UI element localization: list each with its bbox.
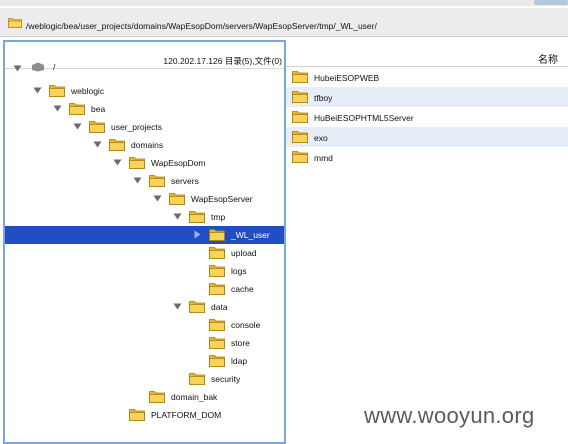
folder-icon (189, 373, 205, 385)
tree-item[interactable]: ldap (5, 352, 284, 370)
tree-item-label: cache (231, 284, 254, 294)
path-bar: /weblogic/bea/user_projects/domains/WapE… (0, 8, 568, 37)
folder-icon (209, 355, 225, 367)
collapse-arrow-icon[interactable] (173, 302, 182, 311)
tree-item[interactable]: domains (5, 136, 284, 154)
file-list-item[interactable]: tfboy (286, 87, 568, 107)
tree-item[interactable]: security (5, 370, 284, 388)
file-list-pane: 名称 HubeiESOPWEB tfboy HuBeiESOPHTML5Server… (286, 40, 568, 444)
tree-item[interactable]: upload (5, 244, 284, 262)
tree-item-label: PLATFORM_DOM (151, 410, 222, 420)
tree-item[interactable]: cache (5, 280, 284, 298)
file-list-header: 名称 (286, 40, 568, 67)
folder-icon (69, 103, 85, 115)
file-name: tfboy (314, 93, 333, 103)
collapse-arrow-icon[interactable] (173, 212, 182, 221)
current-path[interactable]: /weblogic/bea/user_projects/domains/WapE… (26, 21, 377, 31)
tree-item[interactable]: tmp (5, 208, 284, 226)
tree-item-label: domain_bak (171, 392, 218, 402)
tree-item-label: domains (131, 140, 164, 150)
tree-item[interactable]: servers (5, 172, 284, 190)
collapse-arrow-icon[interactable] (113, 158, 122, 167)
collapse-arrow-icon[interactable] (13, 64, 22, 73)
tree-item-root[interactable]: / (5, 60, 284, 78)
file-name: exo (314, 133, 328, 143)
tree-item-label: bea (91, 104, 106, 114)
tree-item[interactable]: WapEsopDom (5, 154, 284, 172)
tree-item-label: weblogic (71, 86, 105, 96)
file-list-item[interactable]: HuBeiESOPHTML5Server (286, 107, 568, 127)
tree-item[interactable]: data (5, 298, 284, 316)
folder-icon (292, 71, 308, 83)
tree-item-label: _WL_user (231, 230, 270, 240)
collapse-arrow-icon[interactable] (153, 194, 162, 203)
tree-item[interactable]: domain_bak (5, 388, 284, 406)
folder-icon (292, 91, 308, 103)
tree-item-label: ldap (231, 356, 248, 366)
folder-icon (209, 247, 225, 259)
folder-icon (209, 319, 225, 331)
file-name: HuBeiESOPHTML5Server (314, 113, 414, 123)
tree-item-selected[interactable]: _WL_user (5, 226, 284, 244)
tree-item[interactable]: console (5, 316, 284, 334)
folder-icon (209, 265, 225, 277)
tree-item-label: / (53, 62, 56, 72)
tree-item-label: servers (171, 176, 199, 186)
tree-item-label: WapEsopServer (191, 194, 253, 204)
folder-icon (149, 175, 165, 187)
file-name: HubeiESOPWEB (314, 73, 380, 83)
tree-item-label: upload (231, 248, 257, 258)
folder-icon (49, 85, 65, 97)
folder-icon (89, 121, 105, 133)
tree-item[interactable]: logs (5, 262, 284, 280)
tree-item[interactable]: store (5, 334, 284, 352)
top-scrollbar[interactable] (534, 0, 568, 5)
tree-item[interactable]: weblogic (5, 82, 284, 100)
file-name: mmd (314, 153, 333, 163)
collapse-arrow-icon[interactable] (33, 86, 42, 95)
folder-icon (109, 139, 125, 151)
tree-item[interactable]: bea (5, 100, 284, 118)
file-list-item[interactable]: mmd (286, 147, 568, 167)
tree-item-label: WapEsopDom (151, 158, 206, 168)
tree-item-label: store (231, 338, 250, 348)
directory-tree-pane: 120.202.17.126 目录(5),文件(0) / weblogic bea u… (3, 40, 286, 444)
tree-item-label: console (231, 320, 261, 330)
column-header-name[interactable]: 名称 (538, 51, 558, 66)
folder-icon (189, 211, 205, 223)
folder-icon (209, 337, 225, 349)
tree-item[interactable]: user_projects (5, 118, 284, 136)
folder-icon (149, 391, 165, 403)
tree-item-label: tmp (211, 212, 226, 222)
folder-icon (292, 131, 308, 143)
collapse-arrow-icon[interactable] (73, 122, 82, 131)
folder-icon (129, 157, 145, 169)
tree-item-label: logs (231, 266, 247, 276)
folder-icon (209, 283, 225, 295)
folder-icon (169, 193, 185, 205)
folder-icon (209, 229, 225, 241)
folder-icon (8, 18, 22, 28)
folder-icon (189, 301, 205, 313)
folder-icon (292, 151, 308, 163)
collapse-arrow-icon[interactable] (53, 104, 62, 113)
tree-item[interactable]: PLATFORM_DOM (5, 406, 284, 424)
folder-icon (292, 111, 308, 123)
drive-icon (32, 62, 44, 72)
collapse-arrow-icon[interactable] (93, 140, 102, 149)
folder-icon (129, 409, 145, 421)
tree-item-label: data (211, 302, 228, 312)
file-list-item[interactable]: exo (286, 127, 568, 147)
watermark: www.wooyun.org (364, 403, 535, 428)
tree-item-label: security (211, 374, 241, 384)
collapse-arrow-icon[interactable] (133, 176, 142, 185)
expand-arrow-icon[interactable] (193, 230, 202, 239)
file-list-item[interactable]: HubeiESOPWEB (286, 67, 568, 87)
tree-item-label: user_projects (111, 122, 163, 132)
window-top-strip (0, 0, 568, 6)
tree-item[interactable]: WapEsopServer (5, 190, 284, 208)
